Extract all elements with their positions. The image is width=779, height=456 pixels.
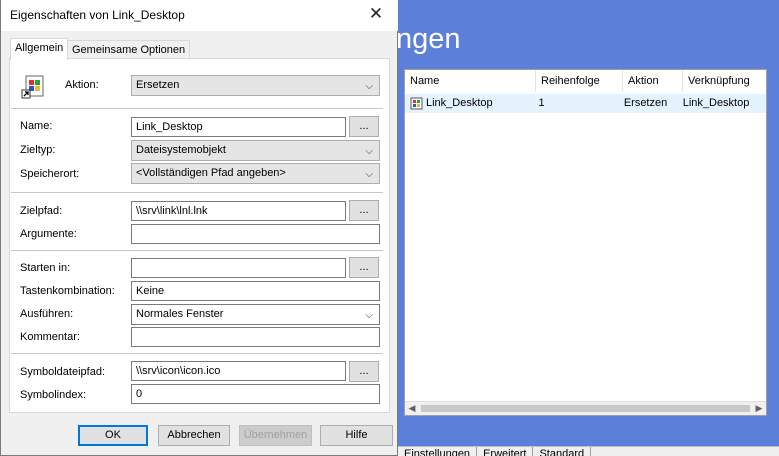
run-value: Normales Fenster [136,308,224,320]
name-label: Name: [20,120,53,132]
target-type-select[interactable]: Dateisystemobjekt ⌵ [131,140,380,161]
shortcut-icon [410,97,423,110]
start-in-label: Starten in: [20,262,71,274]
bottom-tab-standard[interactable]: Standard [533,447,592,456]
column-header-order[interactable]: Reihenfolge [536,70,623,92]
bottom-tab-erweitert[interactable]: Erweitert [477,447,534,456]
help-button[interactable]: Hilfe [320,425,393,446]
list-cell-order: 1 [538,97,545,109]
chevron-down-icon: ⌵ [365,310,373,321]
location-label: Speicherort: [20,168,80,180]
list-header: Name Reihenfolge Aktion Verknüpfung [405,70,766,92]
divider [11,192,383,193]
tab-allgemein[interactable]: Allgemein [10,38,69,60]
icon-index-input[interactable]: 0 [131,384,380,404]
target-type-label: Zieltyp: [20,144,56,156]
arguments-input[interactable] [131,224,380,244]
close-icon[interactable]: ✕ [354,0,398,30]
target-type-value: Dateisystemobjekt [136,144,226,156]
icon-index-label: Symbolindex: [20,389,87,401]
column-header-name[interactable]: Name [405,70,536,92]
start-in-browse-button[interactable]: ... [349,257,379,278]
target-path-browse-button[interactable]: ... [349,200,379,221]
action-select[interactable]: Ersetzen ⌵ [131,75,380,96]
list-cell-name: Link_Desktop [405,94,533,113]
bottom-tab-einstellungen[interactable]: Einstellungen [398,447,478,456]
dialog-titlebar[interactable]: Eigenschaften von Link_Desktop ✕ [1,0,398,31]
chevron-down-icon: ⌵ [365,81,373,92]
run-label: Ausführen: [20,308,74,320]
properties-dialog: Eigenschaften von Link_Desktop ✕ Allgeme… [0,0,398,456]
arguments-label: Argumente: [20,228,77,240]
chevron-down-icon: ⌵ [365,169,373,180]
location-select[interactable]: <Vollständigen Pfad angeben> ⌵ [131,163,380,184]
background-title: ngen [396,23,461,55]
shortcut-action-icon [21,75,44,99]
run-select[interactable]: Normales Fenster ⌵ [131,304,380,325]
background-header: ngen [396,0,779,66]
divider [11,250,383,251]
hotkey-label: Tastenkombination: [20,285,115,297]
background-body: Name Reihenfolge Aktion Verknüpfung Link… [398,66,779,446]
hotkey-input[interactable]: Keine [131,281,380,301]
chevron-down-icon: ⌵ [365,146,373,157]
target-path-input[interactable]: \\srv\link\lnl.lnk [131,201,346,221]
apply-button[interactable]: Übernehmen [239,425,312,446]
name-input[interactable]: Link_Desktop [131,117,346,137]
divider [11,108,383,109]
scrollbar-thumb[interactable] [421,405,750,412]
list-item[interactable]: Link_Desktop 1 Ersetzen Link_Desktop [405,94,766,113]
cancel-button[interactable]: Abbrechen [158,425,230,446]
divider [11,353,383,354]
name-browse-button[interactable]: ... [349,116,379,137]
scroll-left-icon[interactable]: ◀ [405,402,419,415]
column-header-action[interactable]: Aktion [623,70,683,92]
background-window: ngen Name Reihenfolge Aktion Verknüpfung… [396,0,779,456]
shortcut-list[interactable]: Name Reihenfolge Aktion Verknüpfung Link… [404,69,767,416]
column-header-link[interactable]: Verknüpfung [683,70,766,92]
icon-path-input[interactable]: \\srv\icon\icon.ico [131,361,346,381]
ok-button[interactable]: OK [78,425,148,446]
action-label: Aktion: [65,79,99,91]
icon-path-browse-button[interactable]: ... [349,361,379,382]
bottom-tab-strip: Einstellungen Erweitert Standard [398,446,779,456]
target-path-label: Zielpfad: [20,205,63,217]
tab-gemeinsame-optionen[interactable]: Gemeinsame Optionen [67,40,191,60]
list-cell-link: Link_Desktop [682,97,750,109]
icon-path-label: Symboldateipfad: [20,366,105,378]
comment-label: Kommentar: [20,331,80,343]
action-select-value: Ersetzen [136,79,180,91]
horizontal-scrollbar[interactable]: ◀ ▶ [405,401,766,415]
scroll-right-icon[interactable]: ▶ [752,402,766,415]
dialog-title: Eigenschaften von Link_Desktop [10,8,185,22]
start-in-input[interactable] [131,258,346,278]
list-cell-action: Ersetzen [623,97,668,109]
list-item-name: Link_Desktop [426,97,493,109]
comment-input[interactable] [131,327,380,347]
location-value: <Vollständigen Pfad angeben> [136,167,286,179]
